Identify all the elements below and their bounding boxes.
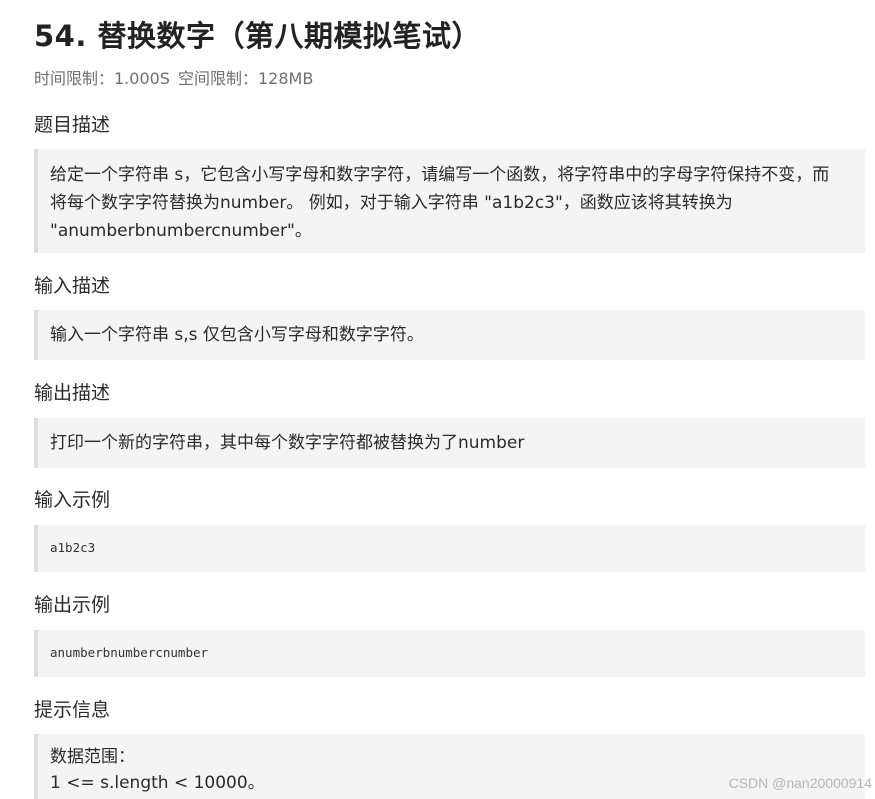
input-example-code: a1b2c3 <box>50 540 96 555</box>
input-example-block[interactable]: a1b2c3 <box>34 525 865 572</box>
hints-line: 数据范围： <box>50 747 135 767</box>
description-line: "anumberbnumbercnumber"。 <box>50 221 312 241</box>
problem-title: 54. 替换数字（第八期模拟笔试） <box>34 19 481 53</box>
space-limit: 空间限制：128MB <box>177 69 314 88</box>
limits-row: 时间限制：1.000S 空间限制：128MB <box>34 68 865 90</box>
description-line: 将每个数字字符替换为number。 例如，对于输入字符串 "a1b2c3"，函数… <box>50 193 733 213</box>
description-heading: 题目描述 <box>34 114 111 136</box>
input-example-heading: 输入示例 <box>34 489 111 511</box>
input-description-text: 输入一个字符串 s,s 仅包含小写字母和数字字符。 <box>50 325 424 345</box>
input-description-heading: 输入描述 <box>34 275 111 297</box>
input-description-block: 输入一个字符串 s,s 仅包含小写字母和数字字符。 <box>34 310 865 360</box>
output-example-block[interactable]: anumberbnumbercnumber <box>34 630 865 677</box>
description-line: 给定一个字符串 s，它包含小写字母和数字字符，请编写一个函数，将字符串中的字母字… <box>50 165 830 185</box>
output-description-text: 打印一个新的字符串，其中每个数字字符都被替换为了number <box>50 433 525 453</box>
description-block: 给定一个字符串 s，它包含小写字母和数字字符，请编写一个函数，将字符串中的字母字… <box>34 149 865 253</box>
output-description-block: 打印一个新的字符串，其中每个数字字符都被替换为了number <box>34 418 865 468</box>
hints-heading: 提示信息 <box>34 699 111 721</box>
csdn-watermark: CSDN @nan20000914 <box>728 775 872 791</box>
time-limit: 时间限制：1.000S <box>34 69 170 88</box>
problem-page: 54. 替换数字（第八期模拟笔试） 时间限制：1.000S 空间限制：128MB … <box>34 0 865 799</box>
output-description-heading: 输出描述 <box>34 382 111 404</box>
output-example-code: anumberbnumbercnumber <box>50 645 209 660</box>
output-example-heading: 输出示例 <box>34 594 111 616</box>
